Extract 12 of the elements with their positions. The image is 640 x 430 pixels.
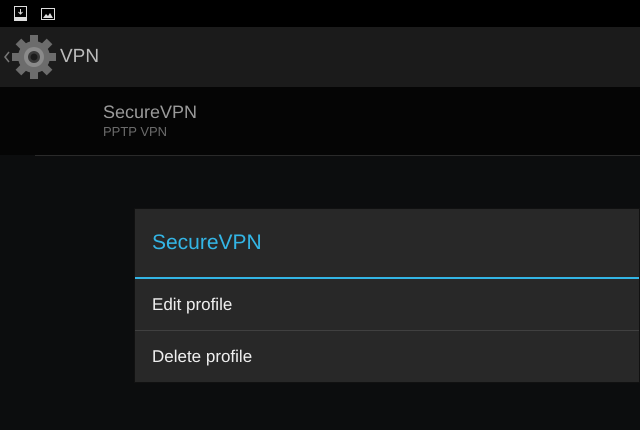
dialog-menu-item[interactable]: Edit profile	[135, 279, 639, 330]
back-chevron-icon	[4, 51, 10, 63]
profile-name: SecureVPN	[103, 101, 198, 123]
dialog-menu-item[interactable]: Delete profile	[135, 331, 639, 382]
up-button[interactable]	[4, 34, 57, 80]
download-notification-icon	[14, 6, 27, 21]
gear-icon	[11, 34, 57, 80]
dialog-title: SecureVPN	[152, 230, 262, 256]
vpn-profile-item[interactable]: SecureVPN PPTP VPN	[0, 87, 640, 155]
image-notification-icon	[41, 8, 55, 20]
action-bar-title: VPN	[60, 44, 100, 69]
profile-type: PPTP VPN	[103, 123, 168, 141]
